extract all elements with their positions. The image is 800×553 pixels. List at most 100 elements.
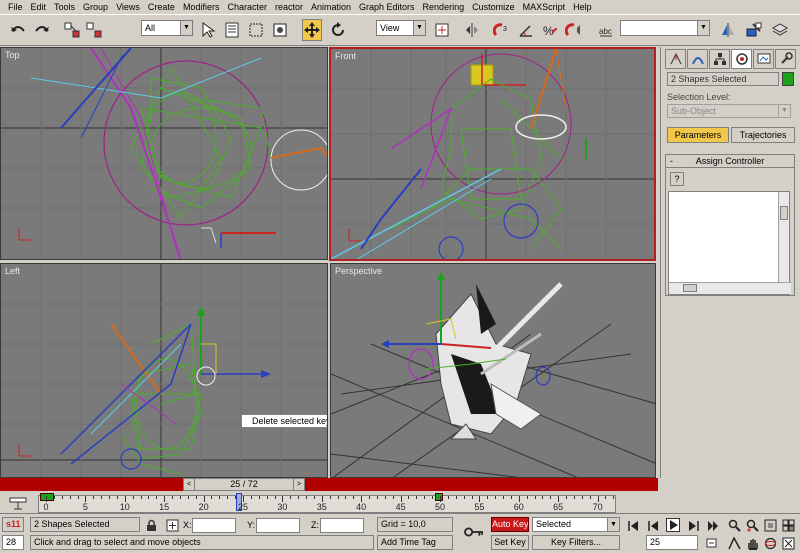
rect-region-icon[interactable]	[246, 19, 266, 41]
viewport-front[interactable]: Front	[329, 47, 656, 261]
chevron-left-icon[interactable]: <	[184, 479, 195, 490]
menu-item[interactable]: reactor	[271, 0, 307, 14]
menu-item[interactable]: Help	[569, 0, 596, 14]
move-icon[interactable]	[302, 19, 322, 41]
viewport-label-perspective[interactable]: Perspective	[335, 266, 382, 276]
utilities-tab-icon[interactable]	[775, 49, 796, 69]
sub-object-dropdown[interactable]: Sub-Object ▼	[667, 104, 791, 118]
chevron-right-icon[interactable]: >	[293, 479, 304, 490]
undo-icon[interactable]	[8, 19, 28, 41]
controller-tree[interactable]	[668, 191, 791, 295]
scroll-thumb[interactable]	[683, 284, 697, 292]
viewport-label-front[interactable]: Front	[335, 51, 356, 61]
trajectories-button[interactable]: Trajectories	[731, 127, 795, 143]
menu-item[interactable]: Rendering	[419, 0, 469, 14]
add-time-tag-button[interactable]: Add Time Tag	[377, 535, 453, 550]
motion-tab-icon[interactable]	[731, 49, 752, 69]
menu-item[interactable]: Animation	[307, 0, 355, 14]
auto-key-button[interactable]: Auto Key	[491, 517, 529, 532]
next-frame-icon[interactable]	[686, 519, 700, 533]
horizontal-scrollbar[interactable]	[669, 282, 791, 294]
vertical-scrollbar[interactable]	[778, 192, 789, 282]
angle-snap-icon[interactable]	[516, 19, 536, 41]
go-to-end-icon[interactable]	[706, 519, 720, 533]
pan-hand-icon[interactable]	[744, 535, 760, 551]
rotate-icon[interactable]	[328, 19, 348, 41]
key-mode-dropdown[interactable]: Selected ▼	[532, 517, 620, 532]
viewport-label-top[interactable]: Top	[5, 50, 20, 60]
pivot-icon[interactable]	[432, 19, 452, 41]
named-selection-dropdown[interactable]: ▼	[620, 20, 710, 36]
play-icon[interactable]	[666, 518, 680, 532]
layer-manager-icon[interactable]	[770, 19, 790, 41]
time-slider[interactable]: < 25 / 72 >	[183, 478, 305, 491]
menu-item[interactable]: Graph Editors	[355, 0, 419, 14]
menu-item[interactable]: Create	[144, 0, 179, 14]
time-slider-track[interactable]: < 25 / 72 >	[0, 478, 658, 491]
go-to-start-icon[interactable]	[626, 519, 640, 533]
lock-icon[interactable]	[143, 517, 159, 533]
unlink-icon[interactable]	[84, 19, 104, 41]
z-coordinate-field[interactable]	[320, 518, 364, 533]
assign-controller-button[interactable]: ?	[670, 172, 684, 186]
redo-icon[interactable]	[32, 19, 52, 41]
timeline-ruler[interactable]: 0 5 10 15 20 25 30 35 40 45 50 55 60 65 70	[38, 493, 616, 513]
create-tab-icon[interactable]	[665, 49, 686, 69]
parameters-button[interactable]: Parameters	[667, 127, 729, 143]
menu-item[interactable]: File	[4, 0, 27, 14]
select-link-icon[interactable]	[62, 19, 82, 41]
mirror-tool-icon[interactable]	[718, 19, 738, 41]
selection-name-field[interactable]: 2 Shapes Selected	[667, 72, 779, 86]
ref-coord-dropdown[interactable]: View ▼	[376, 20, 426, 36]
menu-item[interactable]: Customize	[468, 0, 519, 14]
field-of-view-icon[interactable]	[726, 535, 742, 551]
object-color-swatch[interactable]	[782, 72, 794, 86]
zoom-all-icon[interactable]	[744, 517, 760, 533]
display-tab-icon[interactable]	[753, 49, 774, 69]
keyframe-marker[interactable]	[40, 493, 54, 501]
key-icon[interactable]	[462, 522, 486, 542]
set-key-button[interactable]: Set Key	[491, 535, 529, 550]
menu-item[interactable]: Edit	[27, 0, 51, 14]
percent-snap-icon[interactable]: %	[540, 19, 560, 41]
select-icon[interactable]	[198, 19, 218, 41]
zoom-extents-icon[interactable]	[762, 517, 778, 533]
selection-filter-dropdown[interactable]: All ▼	[141, 20, 193, 36]
maxscript-mini-field[interactable]: 28	[2, 535, 24, 550]
menu-item[interactable]: Character	[223, 0, 271, 14]
mirror-icon[interactable]	[462, 19, 482, 41]
modify-tab-icon[interactable]	[687, 49, 708, 69]
edit-named-icon[interactable]: abc	[596, 19, 616, 41]
menu-item[interactable]: Tools	[50, 0, 79, 14]
window-crossing-icon[interactable]	[270, 19, 290, 41]
key-filters-button[interactable]: Key Filters...	[532, 535, 620, 550]
menu-item[interactable]: Modifiers	[179, 0, 224, 14]
zoom-extents-all-icon[interactable]	[780, 517, 796, 533]
arc-rotate-icon[interactable]	[762, 535, 778, 551]
viewport-top[interactable]: Top	[0, 47, 328, 260]
select-by-name-icon[interactable]	[222, 19, 242, 41]
previous-frame-icon[interactable]	[646, 519, 660, 533]
rollout-header[interactable]: - Assign Controller	[666, 155, 794, 168]
current-frame-field[interactable]: 25	[646, 535, 698, 550]
x-coordinate-field[interactable]	[192, 518, 236, 533]
spinner-snap-icon[interactable]	[564, 19, 584, 41]
maximize-viewport-icon[interactable]	[780, 535, 796, 551]
viewport-perspective[interactable]: Perspective	[330, 263, 656, 478]
menu-item[interactable]: Views	[112, 0, 144, 14]
y-coordinate-field[interactable]	[256, 518, 300, 533]
keyframe-marker[interactable]	[435, 493, 443, 501]
viewport-left[interactable]: Left Delete selected key	[0, 263, 328, 478]
key-mode-toggle-icon[interactable]	[704, 536, 718, 550]
hierarchy-tab-icon[interactable]	[709, 49, 730, 69]
scroll-thumb[interactable]	[780, 206, 788, 220]
mini-curve-editor-icon[interactable]	[8, 495, 28, 511]
maxscript-listener-badge[interactable]: s11	[2, 517, 24, 532]
absolute-mode-icon[interactable]	[164, 517, 180, 533]
zoom-icon[interactable]	[726, 517, 742, 533]
viewport-label-left[interactable]: Left	[5, 266, 20, 276]
snap-3d-icon[interactable]: 3	[492, 19, 512, 41]
align-icon[interactable]	[744, 19, 764, 41]
menu-item[interactable]: Group	[79, 0, 112, 14]
menu-item[interactable]: MAXScript	[519, 0, 570, 14]
